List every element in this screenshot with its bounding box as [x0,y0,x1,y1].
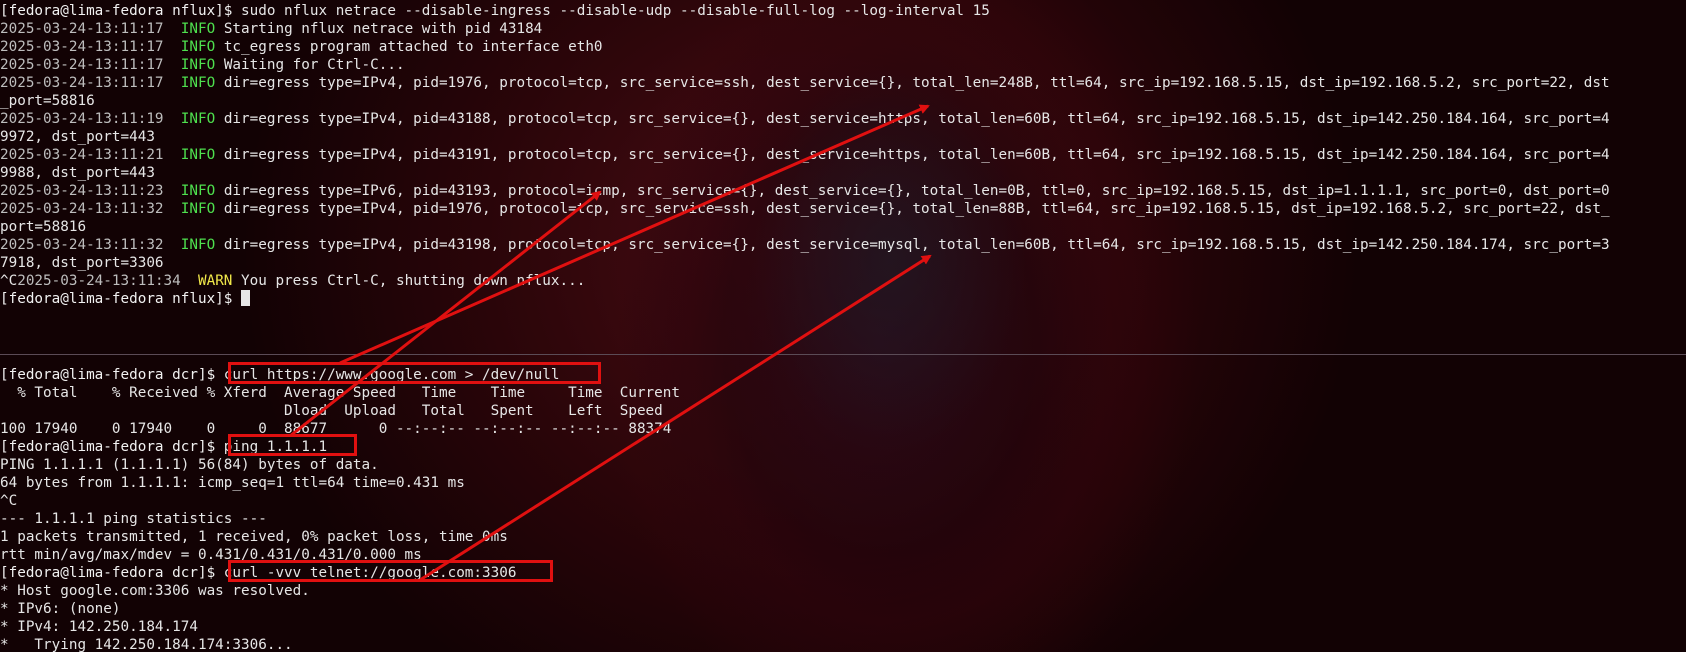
log-level: INFO [180,201,216,217]
log-timestamp: 2025-03-24-13:11:17 [0,39,164,55]
final-prompt-line[interactable]: [fedora@lima-fedora nflux]$ [0,290,251,308]
ping-output: 64 bytes from 1.1.1.1: icmp_seq=1 ttl=64… [0,475,465,491]
terminal-pane-top[interactable]: [fedora@lima-fedora nflux]$ sudo nflux n… [0,0,1686,352]
log-message: dir=egress type=IPv6, pid=43193, protoco… [223,183,1610,199]
log-timestamp: 2025-03-24-13:11:17 [0,75,164,91]
log-timestamp: 2025-03-24-13:11:19 [0,111,164,127]
log-level: INFO [180,21,216,37]
curl-header: % Total % Received % Xferd Average Speed… [0,385,680,401]
ping-output: --- 1.1.1.1 ping statistics --- [0,511,267,527]
ping-output: PING 1.1.1.1 (1.1.1.1) 56(84) bytes of d… [0,457,379,473]
ctrl-c-echo: ^C [0,273,18,289]
log-level-warn: WARN [197,273,233,289]
log-line: 2025-03-24-13:11:17 INFO Waiting for Ctr… [0,56,405,74]
terminal-pane-bottom[interactable]: [fedora@lima-fedora dcr]$ curl https://w… [0,356,1686,652]
nflux-command: sudo nflux netrace --disable-ingress --d… [241,3,990,19]
terminal-cursor [241,290,251,306]
shell-prompt: [fedora@lima-fedora dcr]$ [0,367,224,383]
log-line: 2025-03-24-13:11:17 INFO tc_egress progr… [0,38,603,56]
log-level: INFO [180,39,216,55]
pane-divider[interactable] [0,354,1686,355]
log-level: INFO [180,75,216,91]
log-message: Starting nflux netrace with pid 43184 [223,21,543,37]
log-level: INFO [180,237,216,253]
log-line: 2025-03-24-13:11:21 INFO dir=egress type… [0,146,1610,164]
shell-prompt: [fedora@lima-fedora dcr]$ [0,565,224,581]
log-timestamp: 2025-03-24-13:11:34 [17,273,190,289]
log-line-wrap: 9988, dst_port=443 [0,165,155,181]
log-level: INFO [180,111,216,127]
highlight-box-ping [228,434,357,456]
warn-line: ^C2025-03-24-13:11:34 WARN You press Ctr… [0,272,585,290]
log-line-wrap: 7918, dst_port=3306 [0,255,164,271]
log-message: dir=egress type=IPv4, pid=43198, protoco… [223,237,1610,253]
log-line: 2025-03-24-13:11:17 INFO Starting nflux … [0,20,542,38]
log-level: INFO [180,57,216,73]
shell-prompt: [fedora@lima-fedora dcr]$ [0,439,224,455]
ping-output: ^C [0,493,18,509]
log-line-wrap: _port=58816 [0,93,95,109]
log-line: 2025-03-24-13:11:32 INFO dir=egress type… [0,236,1610,254]
curl-header: Dload Upload Total Spent Left Speed [0,403,663,419]
log-message: dir=egress type=IPv4, pid=1976, protocol… [223,201,1610,217]
shell-prompt: [fedora@lima-fedora nflux]$ [0,3,242,19]
log-timestamp: 2025-03-24-13:11:17 [0,21,164,37]
log-timestamp: 2025-03-24-13:11:32 [0,237,164,253]
log-message: Waiting for Ctrl-C... [223,57,405,73]
telnet-output: * IPv4: 142.250.184.174 [0,619,198,635]
log-timestamp: 2025-03-24-13:11:32 [0,201,164,217]
log-level: INFO [180,147,216,163]
log-line: 2025-03-24-13:11:23 INFO dir=egress type… [0,182,1610,200]
command-line: [fedora@lima-fedora nflux]$ sudo nflux n… [0,2,990,20]
log-line: 2025-03-24-13:11:19 INFO dir=egress type… [0,110,1610,128]
log-level: INFO [180,183,216,199]
log-message: dir=egress type=IPv4, pid=1976, protocol… [223,75,1610,91]
highlight-box-telnet [228,560,553,582]
telnet-output: * IPv6: (none) [0,601,121,617]
log-line: 2025-03-24-13:11:17 INFO dir=egress type… [0,74,1610,92]
ping-output: 1 packets transmitted, 1 received, 0% pa… [0,529,508,545]
log-line-wrap: 9972, dst_port=443 [0,129,155,145]
log-timestamp: 2025-03-24-13:11:23 [0,183,164,199]
log-message: dir=egress type=IPv4, pid=43191, protoco… [223,147,1610,163]
log-message: dir=egress type=IPv4, pid=43188, protoco… [223,111,1610,127]
telnet-output: * Host google.com:3306 was resolved. [0,583,310,599]
log-message: tc_egress program attached to interface … [223,39,603,55]
log-timestamp: 2025-03-24-13:11:21 [0,147,164,163]
log-line-wrap: port=58816 [0,219,87,235]
log-line: 2025-03-24-13:11:32 INFO dir=egress type… [0,200,1610,218]
warn-message: You press Ctrl-C, shutting down nflux... [232,273,586,289]
log-timestamp: 2025-03-24-13:11:17 [0,57,164,73]
telnet-output: * Trying 142.250.184.174:3306... [0,637,293,652]
shell-prompt: [fedora@lima-fedora nflux]$ [0,291,242,307]
highlight-box-curl [228,362,601,384]
